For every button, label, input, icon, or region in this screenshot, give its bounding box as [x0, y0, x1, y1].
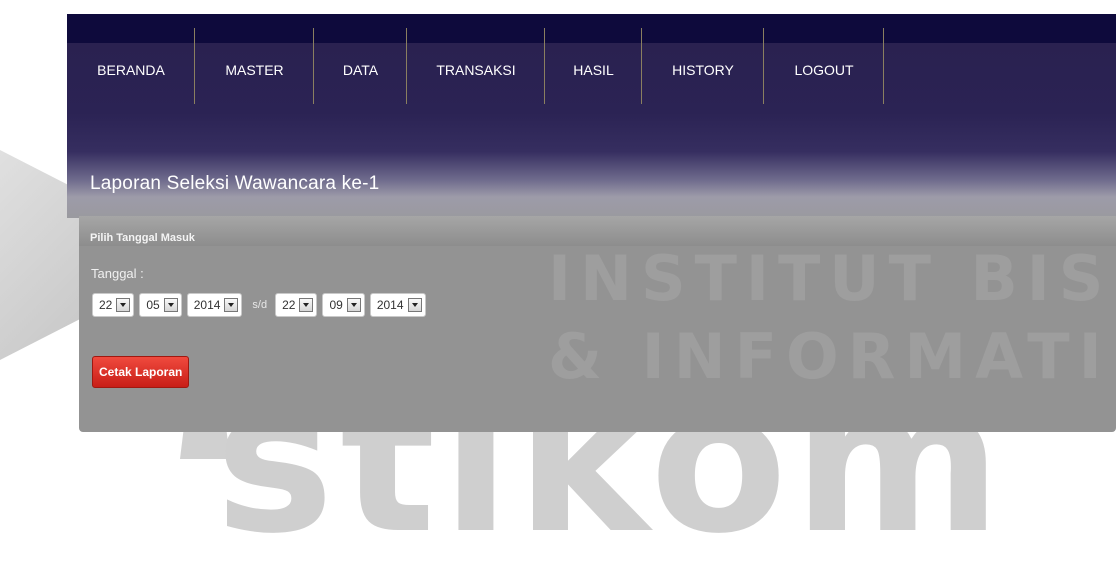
- select-value: 05: [146, 298, 160, 312]
- from-day-select[interactable]: 22: [92, 293, 135, 317]
- nav-transaksi[interactable]: TRANSAKSI: [407, 28, 545, 104]
- watermark-line-2: & INFORMATIKA: [548, 320, 1116, 393]
- nav-label: MASTER: [225, 62, 284, 78]
- select-value: 22: [99, 298, 113, 312]
- nav-label: HASIL: [573, 62, 614, 78]
- nav-label: DATA: [342, 62, 379, 78]
- select-value: 2014: [193, 298, 221, 312]
- nav-data[interactable]: DATA: [314, 28, 407, 104]
- nav-label: BERANDA: [97, 62, 165, 78]
- chevron-down-icon: [224, 298, 239, 312]
- nav-master[interactable]: MASTER: [195, 28, 314, 104]
- select-value: 09: [329, 298, 343, 312]
- chevron-down-icon: [299, 298, 314, 312]
- select-value: 22: [282, 298, 296, 312]
- print-report-button[interactable]: Cetak Laporan: [92, 356, 190, 388]
- from-month-select[interactable]: 05: [139, 293, 182, 317]
- main-nav: BERANDA MASTER DATA TRANSAKSI HASIL HIST…: [67, 28, 884, 108]
- chevron-down-icon: [346, 298, 361, 312]
- chevron-down-icon: [407, 298, 422, 312]
- section-title: Pilih Tanggal Masuk: [90, 232, 195, 244]
- from-year-select[interactable]: 2014: [186, 293, 243, 317]
- nav-label: HISTORY: [672, 62, 734, 78]
- watermark-line-1: INSTITUT BISNIS: [548, 242, 1116, 315]
- page-title: Laporan Seleksi Wawancara ke-1: [90, 173, 380, 194]
- nav-label: TRANSAKSI: [436, 62, 516, 78]
- chevron-down-icon: [116, 298, 131, 312]
- nav-history[interactable]: HISTORY: [642, 28, 764, 104]
- chevron-down-icon: [163, 298, 178, 312]
- nav-logout[interactable]: LOGOUT: [764, 28, 884, 104]
- nav-hasil[interactable]: HASIL: [545, 28, 642, 104]
- range-separator: s/d: [252, 299, 268, 311]
- select-value: 2014: [376, 298, 404, 312]
- to-day-select[interactable]: 22: [275, 293, 318, 317]
- nav-label: LOGOUT: [794, 62, 854, 78]
- date-label: Tanggal :: [91, 266, 144, 281]
- to-month-select[interactable]: 09: [322, 293, 365, 317]
- nav-beranda[interactable]: BERANDA: [67, 28, 195, 104]
- date-range-row: 22 05 2014 s/d 22 09 2014: [92, 292, 431, 318]
- to-year-select[interactable]: 2014: [369, 293, 426, 317]
- nav-separator: [883, 28, 884, 104]
